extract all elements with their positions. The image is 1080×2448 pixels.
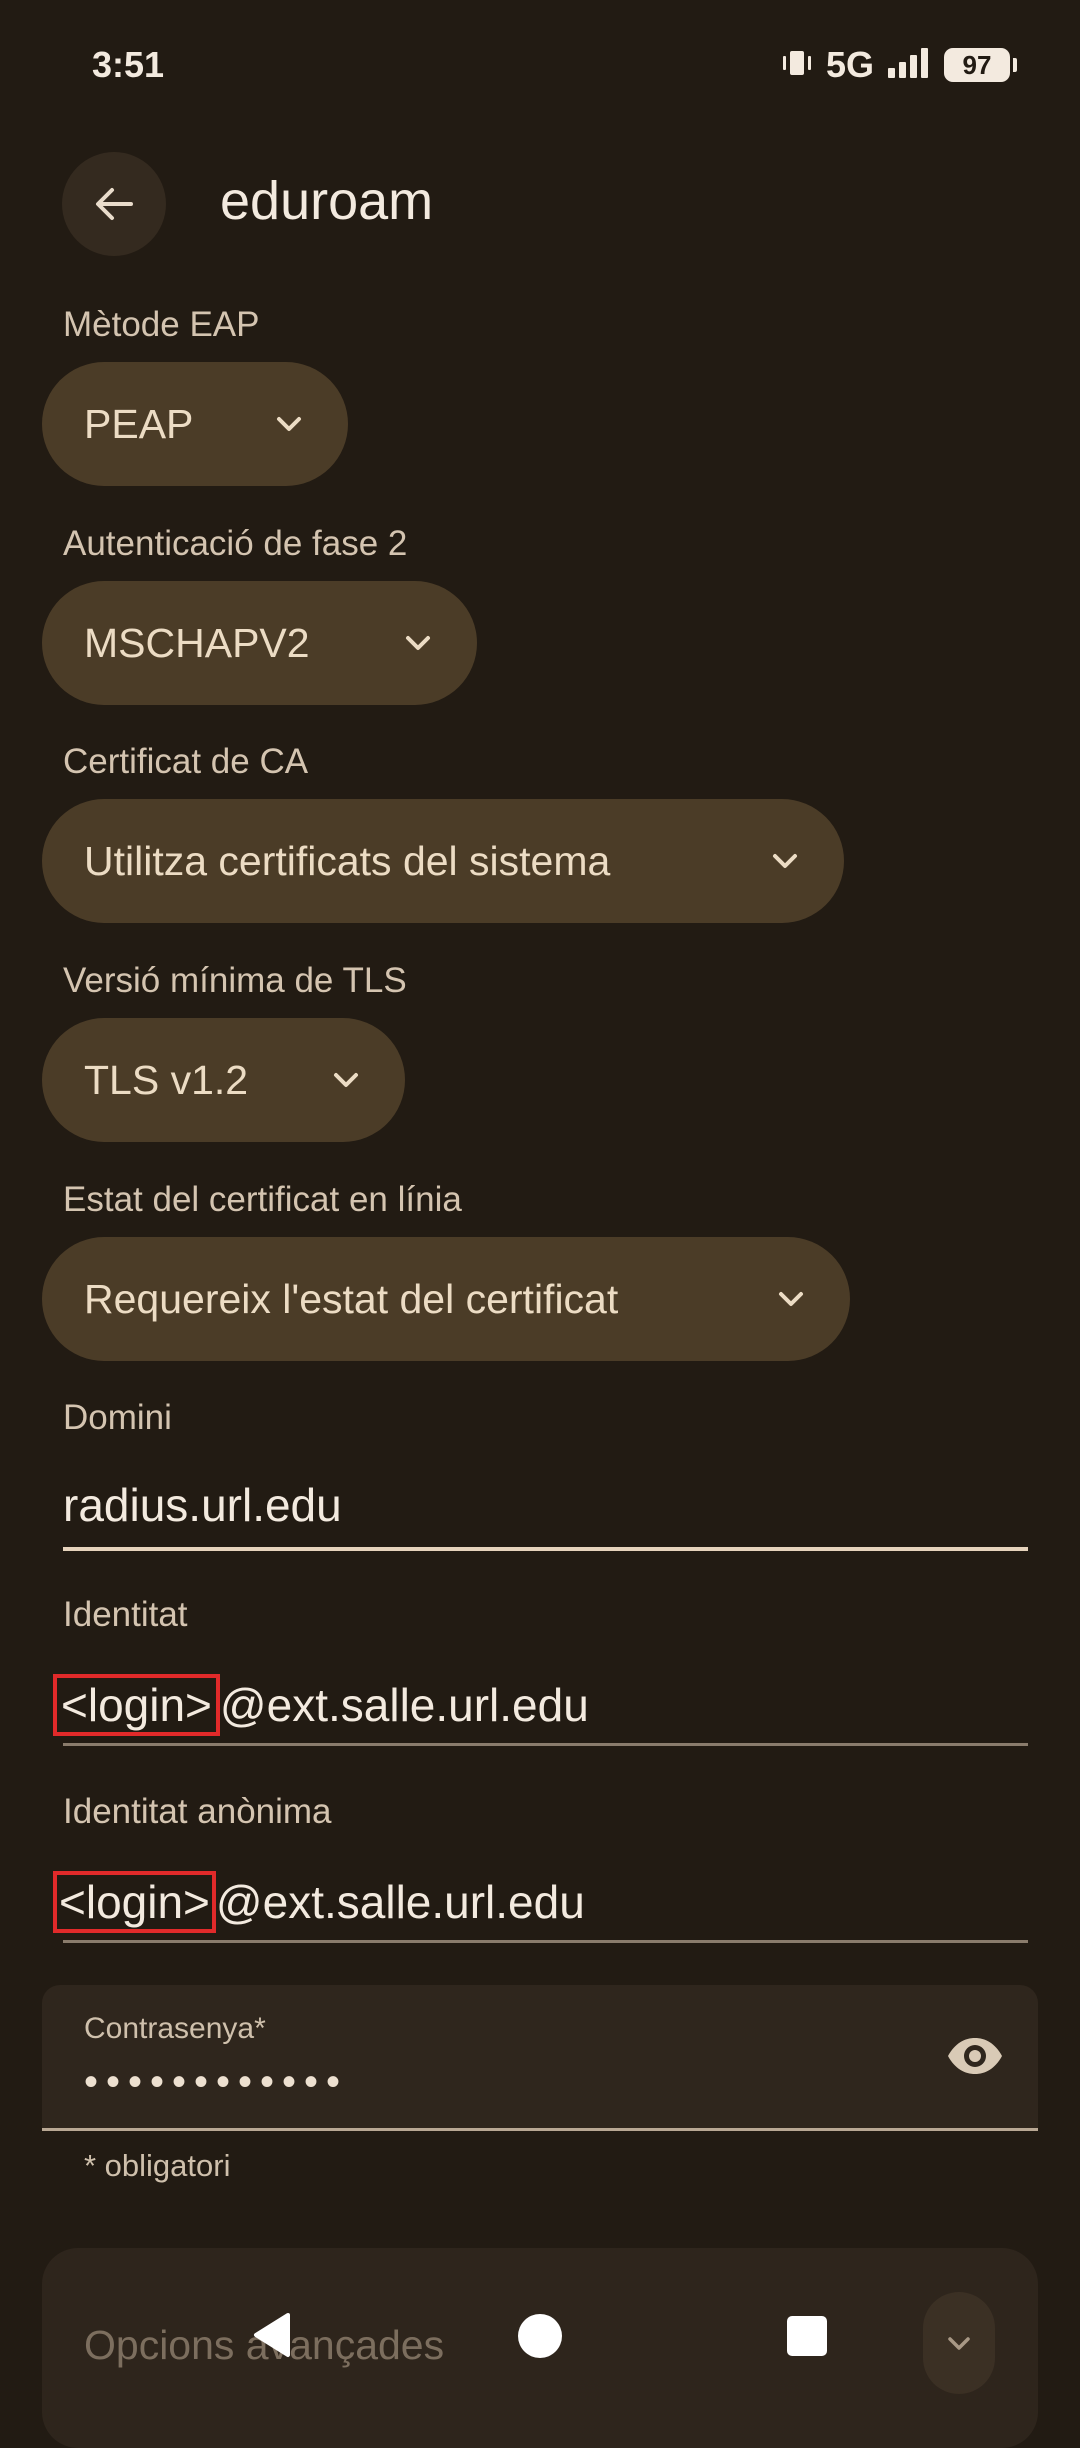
tls-min-label: Versió mínima de TLS	[63, 961, 407, 1000]
status-icons: 5G 97	[780, 44, 1017, 86]
chevron-down-icon	[406, 636, 430, 650]
page-title: eduroam	[220, 171, 434, 231]
tls-min-dropdown[interactable]: TLS v1.2	[42, 1018, 405, 1142]
battery-icon: 97	[944, 48, 1017, 82]
chevron-down-icon	[948, 2337, 970, 2350]
chevron-down-icon	[334, 1073, 358, 1087]
chevron-down-icon	[779, 1292, 803, 1306]
ca-cert-value: Utilitza certificats del sistema	[84, 837, 611, 884]
online-status-value: Requereix l'estat del certificat	[84, 1275, 619, 1322]
nav-back-button[interactable]	[248, 2310, 294, 2365]
eap-method-dropdown[interactable]: PEAP	[42, 362, 348, 486]
network-type: 5G	[825, 44, 874, 85]
identity-suffix: @ext.salle.url.edu	[219, 1679, 589, 1731]
online-status-dropdown[interactable]: Requereix l'estat del certificat	[42, 1237, 850, 1361]
eap-method-label: Mètode EAP	[63, 305, 260, 344]
anon-identity-suffix: @ext.salle.url.edu	[215, 1876, 585, 1928]
domain-underline	[63, 1547, 1028, 1551]
identity-input[interactable]: <login> @ext.salle.url.edu	[53, 1674, 589, 1736]
ca-cert-label: Certificat de CA	[63, 742, 309, 781]
identity-label: Identitat	[63, 1595, 188, 1634]
eap-method-value: PEAP	[84, 400, 194, 447]
nav-back-icon	[254, 2313, 290, 2357]
advanced-expand-button[interactable]	[923, 2292, 995, 2394]
password-field[interactable]	[42, 1985, 1038, 2131]
nav-home-button[interactable]	[518, 2314, 562, 2358]
phase2-label: Autenticació de fase 2	[63, 524, 408, 563]
online-status-label: Estat del certificat en línia	[63, 1180, 462, 1219]
anon-identity-underline	[63, 1940, 1028, 1943]
status-time: 3:51	[92, 44, 165, 85]
tls-min-value: TLS v1.2	[84, 1056, 249, 1103]
signal-icon	[886, 46, 932, 85]
login-placeholder-highlight: <login>	[53, 1674, 220, 1736]
arrow-back-icon	[96, 188, 133, 220]
anon-identity-input[interactable]: <login> @ext.salle.url.edu	[53, 1871, 585, 1933]
eye-icon[interactable]	[945, 2034, 1005, 2083]
identity-underline	[63, 1743, 1028, 1746]
chevron-down-icon	[277, 417, 301, 431]
password-label: Contrasenya*	[84, 2012, 266, 2045]
nav-recents-button[interactable]	[787, 2316, 827, 2356]
required-note: * obligatori	[84, 2148, 231, 2183]
domain-input[interactable]: radius.url.edu	[63, 1478, 342, 1532]
phase2-dropdown[interactable]: MSCHAPV2	[42, 581, 477, 705]
phase2-value: MSCHAPV2	[84, 619, 310, 666]
password-underline	[42, 2128, 1038, 2131]
password-input[interactable]: ••••••••••••	[84, 2060, 348, 2105]
login-placeholder-highlight: <login>	[53, 1871, 216, 1933]
vibrate-icon	[780, 46, 814, 85]
back-button[interactable]	[62, 152, 166, 256]
ca-cert-dropdown[interactable]: Utilitza certificats del sistema	[42, 799, 844, 923]
domain-label: Domini	[63, 1398, 172, 1437]
chevron-down-icon	[773, 854, 797, 868]
anon-identity-label: Identitat anònima	[63, 1792, 332, 1831]
